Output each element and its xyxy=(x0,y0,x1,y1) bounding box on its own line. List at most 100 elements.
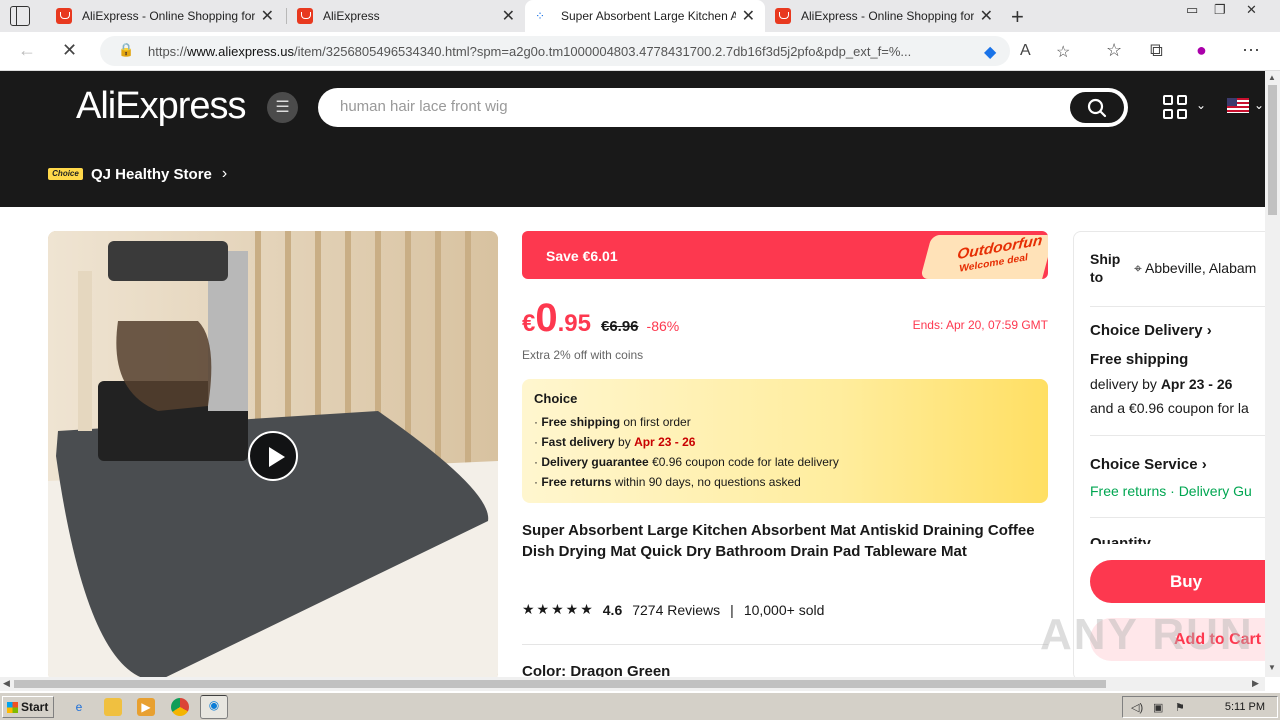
add-favorite-icon[interactable]: ☆ xyxy=(1056,42,1070,62)
browser-tab-2[interactable]: AliExpress ✕ xyxy=(287,0,525,32)
profile-avatar-icon[interactable]: ● xyxy=(1196,40,1207,61)
service-items-text: Free returns · Delivery Gu xyxy=(1090,483,1252,499)
minimize-icon[interactable]: ▭ xyxy=(1186,2,1198,18)
tab-title: AliExpress - Online Shopping for xyxy=(82,9,255,23)
scroll-left-icon[interactable]: ◀ xyxy=(3,678,10,689)
original-price: €6.96 xyxy=(600,318,639,335)
close-icon[interactable]: ✕ xyxy=(261,6,274,26)
lock-icon[interactable]: 🔒 xyxy=(118,42,134,58)
media-player-icon[interactable]: ▶ xyxy=(137,698,155,716)
deal-end-time: Ends: Apr 20, 07:59 GMT xyxy=(912,318,1048,332)
stop-loading-icon[interactable]: ✕ xyxy=(62,40,77,61)
shopping-tag-icon[interactable]: ◆ xyxy=(984,42,996,62)
close-icon[interactable]: ✕ xyxy=(742,6,755,26)
benefit-item: · Free shipping on first order xyxy=(534,415,691,429)
browser-navbar: ← ✕ 🔒 https://www.aliexpress.us/item/325… xyxy=(0,32,1280,71)
benefit-item: · Fast delivery by Apr 23 - 26 xyxy=(534,435,696,449)
start-button[interactable]: Start xyxy=(2,696,54,718)
aliexpress-logo[interactable]: AliExpress xyxy=(76,85,246,128)
choice-badge: Choice xyxy=(48,168,83,180)
discount-percent: -86% xyxy=(646,318,680,334)
promo-banner: Save €6.01 Outdoorfun Welcome deal xyxy=(522,231,1048,279)
folder-icon[interactable] xyxy=(104,698,122,716)
volume-icon[interactable]: ◁) xyxy=(1131,701,1143,714)
chevron-right-icon: › xyxy=(1201,456,1207,473)
new-tab-plus-icon[interactable]: + xyxy=(1011,4,1024,30)
edge-icon[interactable]: ◉ xyxy=(200,695,228,719)
browser-tabstrip: AliExpress - Online Shopping for ✕ AliEx… xyxy=(0,0,1280,32)
choice-header: Choice xyxy=(534,391,578,406)
quantity-label: Quantity xyxy=(1090,535,1151,544)
divider xyxy=(1090,517,1265,518)
vertical-scrollbar[interactable]: ▲ ▼ xyxy=(1265,71,1280,677)
tab-actions-icon[interactable] xyxy=(10,6,30,26)
back-arrow-icon[interactable]: ← xyxy=(18,40,36,61)
aliexpress-favicon-icon xyxy=(297,8,313,24)
ship-location[interactable]: ⌖ Abbeville, Alabam xyxy=(1134,260,1256,277)
window-close-icon[interactable]: ✕ xyxy=(1246,2,1257,18)
scroll-right-icon[interactable]: ▶ xyxy=(1252,678,1259,689)
close-icon[interactable]: ✕ xyxy=(502,6,515,26)
scrollbar-thumb[interactable] xyxy=(14,680,1106,688)
search-icon xyxy=(1087,98,1107,118)
welcome-deal-tag: Outdoorfun Welcome deal xyxy=(920,232,1048,279)
ie-icon[interactable]: e xyxy=(70,698,88,716)
choice-benefits-box: Choice · Free shipping on first order · … xyxy=(522,379,1048,503)
rating-value: 4.6 xyxy=(602,601,623,618)
divider xyxy=(1090,435,1265,436)
play-video-button[interactable] xyxy=(248,431,298,481)
scrollbar-thumb[interactable] xyxy=(1268,85,1277,215)
free-shipping-text: Free shipping xyxy=(1090,351,1189,368)
us-flag-icon[interactable] xyxy=(1227,98,1249,113)
read-aloud-icon[interactable]: A xyxy=(1020,42,1031,60)
location-pin-icon: ⌖ xyxy=(1134,260,1142,276)
benefit-item: · Delivery guarantee €0.96 coupon code f… xyxy=(534,455,839,469)
price-row: €0.95 €6.96 -86% xyxy=(522,296,679,341)
browser-tab-3-active[interactable]: ⁘ Super Absorbent Large Kitchen A ✕ xyxy=(525,0,765,32)
aliexpress-favicon-icon xyxy=(56,8,72,24)
delivery-date-text: delivery by Apr 23 - 26 xyxy=(1090,376,1233,392)
favorites-icon[interactable]: ☆ xyxy=(1106,40,1122,61)
network-icon[interactable]: ▣ xyxy=(1153,701,1163,714)
chrome-icon[interactable] xyxy=(171,698,189,716)
store-name[interactable]: QJ Healthy Store xyxy=(91,166,212,183)
choice-delivery-link[interactable]: Choice Delivery › xyxy=(1090,322,1212,339)
category-menu-button[interactable]: ☰ xyxy=(267,92,298,123)
close-icon[interactable]: ✕ xyxy=(980,6,993,26)
browser-tab-1[interactable]: AliExpress - Online Shopping for ✕ xyxy=(46,0,284,32)
divider xyxy=(1090,306,1265,307)
ship-to-label: Ship to xyxy=(1090,251,1121,285)
save-amount: Save €6.01 xyxy=(546,248,618,264)
product-image[interactable] xyxy=(48,231,498,681)
chevron-down-icon[interactable]: ⌄ xyxy=(1254,98,1264,112)
chevron-right-icon[interactable]: › xyxy=(222,165,227,183)
search-bar[interactable]: human hair lace front wig xyxy=(318,88,1128,127)
more-menu-icon[interactable]: ⋯ xyxy=(1242,40,1260,61)
scroll-down-icon[interactable]: ▼ xyxy=(1268,663,1276,672)
flag-icon[interactable]: ⚑ xyxy=(1175,701,1185,714)
search-button[interactable] xyxy=(1070,92,1124,123)
app-qr-icon[interactable] xyxy=(1163,95,1187,119)
section-divider xyxy=(522,644,1048,645)
scroll-up-icon[interactable]: ▲ xyxy=(1268,73,1276,82)
windows-taskbar: Start e ▶ ◉ ◁) ▣ ⚑ 5:11 PM xyxy=(0,692,1280,720)
search-input[interactable]: human hair lace front wig xyxy=(340,98,508,115)
tab-title: AliExpress - Online Shopping for xyxy=(801,9,974,23)
store-link[interactable]: Choice QJ Healthy Store › xyxy=(48,165,227,183)
buy-now-button[interactable]: Buy now xyxy=(1090,560,1265,634)
collections-icon[interactable]: ⧉ xyxy=(1150,40,1163,61)
aliexpress-favicon-icon xyxy=(775,8,791,24)
tab-title: AliExpress xyxy=(323,9,380,23)
product-title: Super Absorbent Large Kitchen Absorbent … xyxy=(522,522,1035,560)
url-text[interactable]: https://www.aliexpress.us/item/325680549… xyxy=(148,44,978,59)
reviews-link[interactable]: 7274 Reviews xyxy=(632,602,720,618)
choice-service-link[interactable]: Choice Service › xyxy=(1090,456,1207,473)
star-rating-icon: ★★★★★ xyxy=(522,601,595,617)
address-bar[interactable]: 🔒 https://www.aliexpress.us/item/3256805… xyxy=(100,36,1070,66)
chevron-down-icon[interactable]: ⌄ xyxy=(1196,98,1206,112)
tab-title: Super Absorbent Large Kitchen A xyxy=(561,9,736,23)
sold-count: 10,000+ sold xyxy=(743,601,825,618)
browser-tab-4[interactable]: AliExpress - Online Shopping for ✕ xyxy=(765,0,1003,32)
horizontal-scrollbar[interactable]: ◀ ▶ xyxy=(0,677,1265,691)
restore-icon[interactable]: ❐ xyxy=(1214,2,1226,18)
